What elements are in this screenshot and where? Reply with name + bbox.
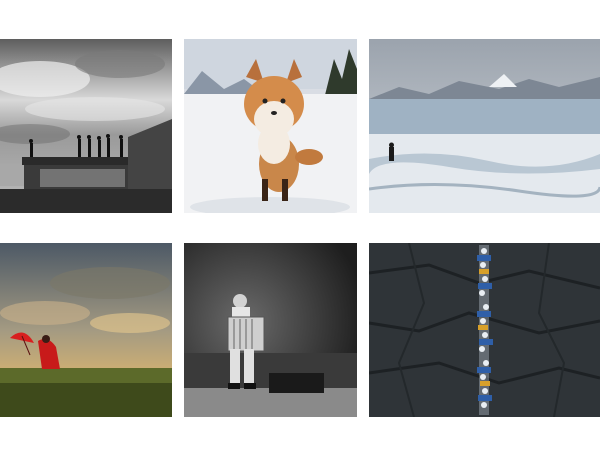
photo-tile-cliff[interactable] [369,243,600,417]
photo-tile-umbrella[interactable] [0,243,172,417]
photo-tile-pier[interactable] [0,39,172,213]
bw-pier-silhouettes-photo [0,39,172,213]
photo-tile-fox[interactable] [184,39,357,213]
fox-in-snow-photo [184,39,357,213]
glacier-hiker-photo [369,39,600,213]
climbers-on-cliff-photo [369,243,600,417]
photo-tile-accordion[interactable] [184,243,357,417]
photo-tile-glacier[interactable] [369,39,600,213]
accordion-player-photo [184,243,357,417]
red-umbrella-field-photo [0,243,172,417]
